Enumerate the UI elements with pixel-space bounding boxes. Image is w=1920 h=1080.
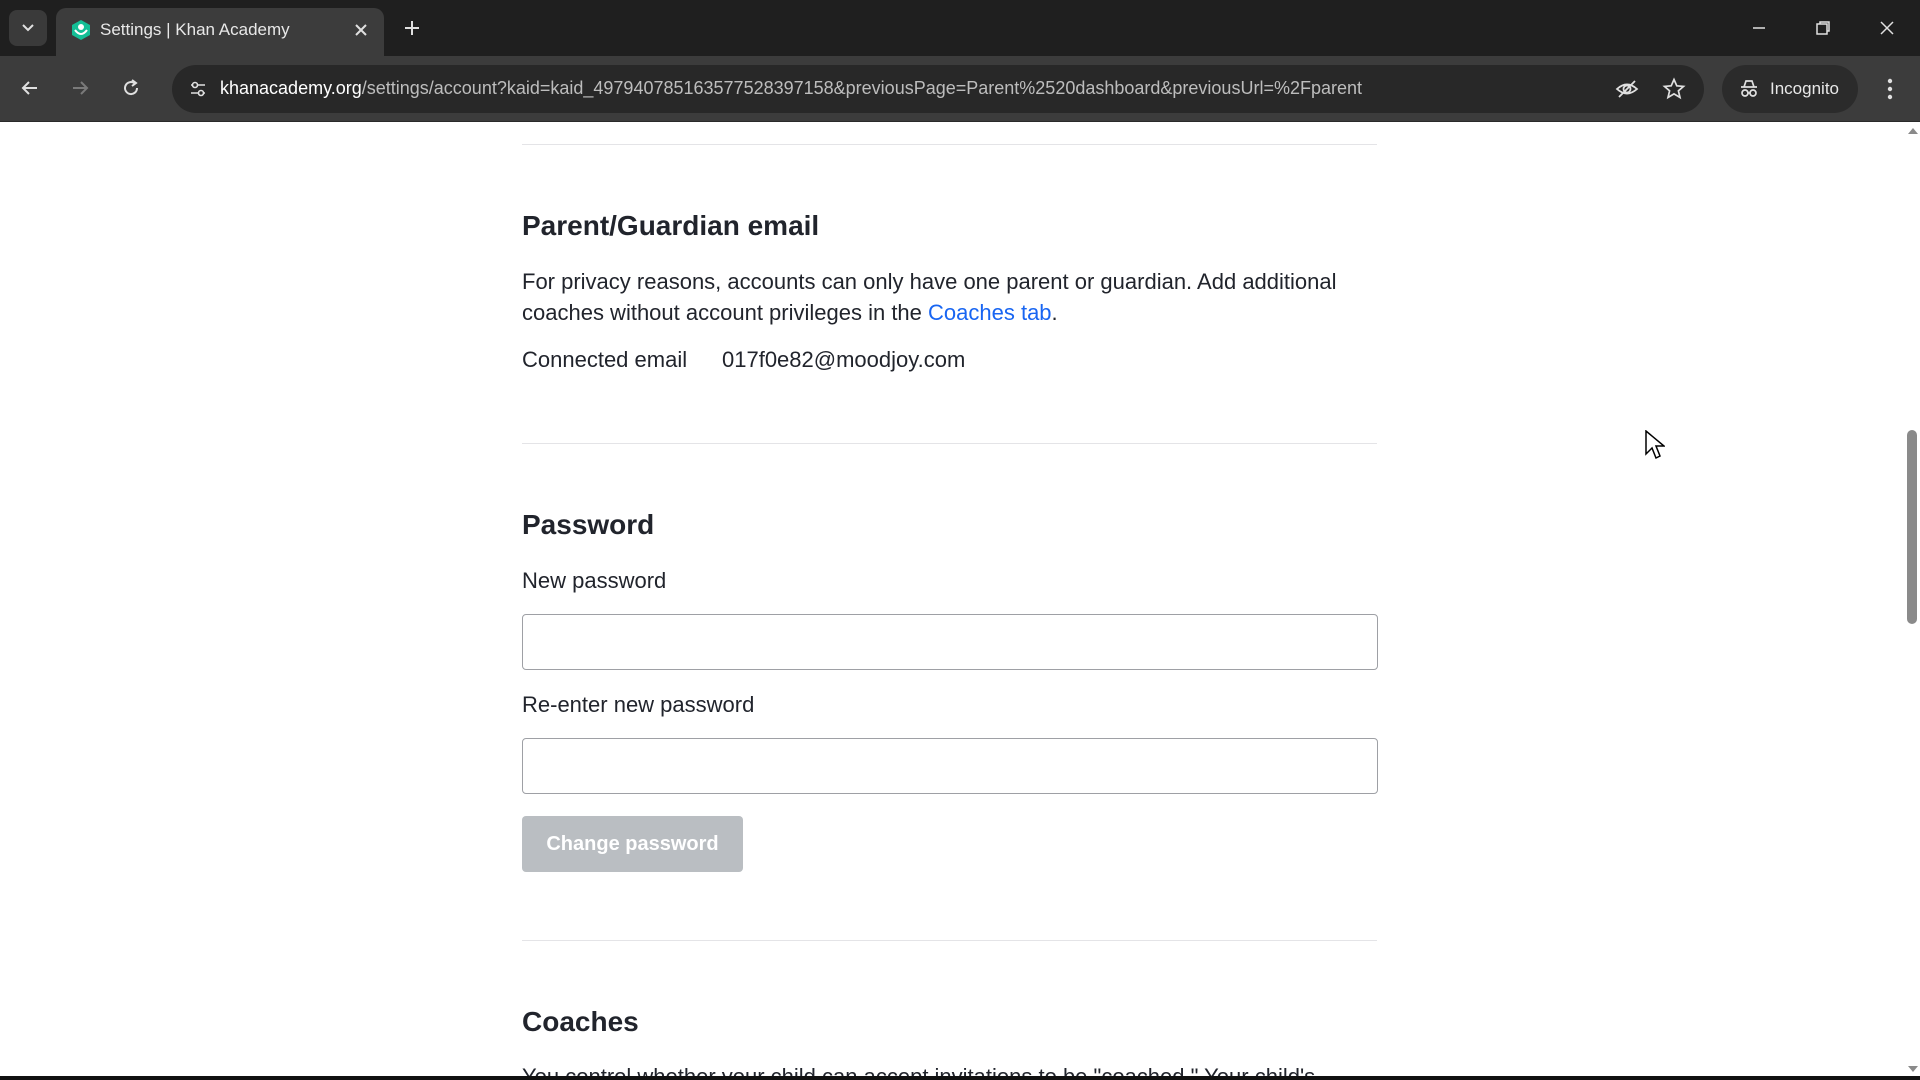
arrow-left-icon bbox=[21, 81, 37, 95]
new-password-label: New password bbox=[522, 568, 667, 593]
incognito-icon bbox=[1741, 80, 1757, 97]
browser-toolbar: khanacademy.org/settings/account?kaid=ka… bbox=[0, 56, 1920, 122]
restore-icon bbox=[1816, 21, 1830, 35]
url-host: khanacademy.org bbox=[220, 78, 362, 98]
site-info-button[interactable] bbox=[184, 75, 212, 103]
close-icon bbox=[355, 24, 367, 36]
change-password-button[interactable]: Change password bbox=[522, 816, 743, 872]
section-divider bbox=[522, 443, 1377, 444]
restore-button[interactable] bbox=[1803, 10, 1843, 46]
reenter-password-label: Re-enter new password bbox=[522, 692, 755, 717]
address-bar[interactable]: khanacademy.org/settings/account?kaid=ka… bbox=[172, 65, 1704, 113]
mouse-cursor-icon bbox=[1645, 430, 1665, 460]
browser-tab-bar: Settings | Khan Academy bbox=[0, 0, 1920, 56]
guardian-email-heading: Parent/Guardian email bbox=[522, 210, 820, 241]
tracking-protection-button[interactable] bbox=[1613, 75, 1641, 103]
incognito-label: Incognito bbox=[1770, 79, 1839, 98]
back-button[interactable] bbox=[12, 70, 48, 106]
new-tab-button[interactable] bbox=[396, 12, 428, 44]
scroll-up-arrow-icon[interactable] bbox=[1908, 128, 1918, 134]
url-text: khanacademy.org/settings/account?kaid=ka… bbox=[220, 78, 1362, 99]
scroll-down-arrow-icon[interactable] bbox=[1908, 1066, 1918, 1072]
minimize-icon bbox=[1753, 27, 1765, 29]
khan-academy-logo-icon bbox=[72, 20, 90, 40]
tab-title: Settings | Khan Academy bbox=[100, 20, 290, 39]
section-divider bbox=[522, 144, 1377, 145]
browser-menu-button[interactable] bbox=[1872, 71, 1908, 107]
tab-search-button[interactable] bbox=[9, 10, 47, 46]
password-heading: Password bbox=[522, 509, 655, 540]
browser-tab-active[interactable]: Settings | Khan Academy bbox=[56, 8, 384, 56]
description-end: . bbox=[1051, 300, 1058, 325]
close-window-button[interactable] bbox=[1867, 10, 1907, 46]
close-icon bbox=[1880, 21, 1894, 35]
arrow-right-icon bbox=[73, 81, 89, 95]
chevron-down-icon bbox=[22, 24, 34, 32]
tune-icon bbox=[191, 81, 205, 97]
forward-button[interactable] bbox=[62, 70, 98, 106]
coaches-heading: Coaches bbox=[522, 1006, 639, 1037]
star-icon bbox=[1662, 77, 1686, 100]
coaches-tab-link[interactable]: Coaches tab bbox=[928, 300, 1052, 325]
scrollbar-thumb[interactable] bbox=[1907, 430, 1917, 624]
minimize-button[interactable] bbox=[1739, 10, 1779, 46]
plus-icon bbox=[405, 21, 419, 35]
page-scrollbar[interactable] bbox=[1904, 122, 1920, 1080]
tab-close-button[interactable] bbox=[348, 17, 374, 43]
new-password-input[interactable] bbox=[522, 614, 1378, 670]
incognito-badge[interactable]: Incognito bbox=[1722, 65, 1858, 113]
settings-page: Parent/Guardian email For privacy reason… bbox=[0, 122, 1904, 1080]
connected-email-value: 017f0e82@moodjoy.com bbox=[722, 347, 966, 372]
url-path: /settings/account?kaid=kaid_497940785163… bbox=[361, 78, 1362, 98]
section-divider bbox=[522, 940, 1377, 941]
more-vertical-icon bbox=[1887, 78, 1893, 100]
eye-off-icon bbox=[1615, 80, 1639, 98]
connected-email-label: Connected email bbox=[522, 347, 688, 372]
bottom-edge bbox=[0, 1076, 1920, 1080]
reenter-password-input[interactable] bbox=[522, 738, 1378, 794]
reload-button[interactable] bbox=[113, 70, 149, 106]
guardian-email-description: For privacy reasons, accounts can only h… bbox=[522, 266, 1382, 328]
bookmark-button[interactable] bbox=[1660, 75, 1688, 103]
reload-icon bbox=[124, 79, 139, 96]
